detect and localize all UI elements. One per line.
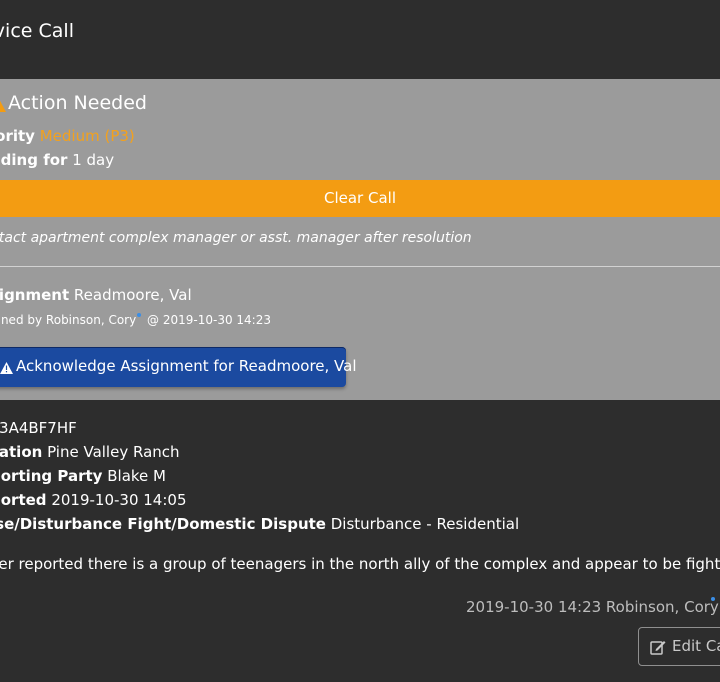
location-row: cation Pine Valley Ranch	[0, 443, 180, 461]
assigned-by-row: igned by Robinson, Cory @ 2019-10-30 14:…	[0, 313, 271, 327]
warning-icon	[0, 359, 13, 378]
presence-dot-icon	[137, 313, 142, 317]
priority-row: iority Medium (P3)	[0, 127, 135, 145]
acknowledge-label: Acknowledge Assignment for Readmoore, Va…	[16, 357, 357, 375]
assignment-row: signment Readmoore, Val	[0, 286, 192, 304]
assigned-by-label: igned by	[0, 313, 43, 327]
category-label: ise/Disturbance Fight/Domestic Dispute	[0, 515, 326, 533]
warning-icon	[0, 97, 6, 116]
presence-dot-icon	[711, 597, 715, 616]
resolution-note: ntact apartment complex manager or asst.…	[0, 230, 472, 246]
assignment-label: signment	[0, 286, 70, 304]
edit-pencil-icon	[650, 639, 666, 659]
panel-divider	[0, 266, 720, 267]
reported-row: ported 2019-10-30 14:05	[0, 491, 186, 509]
reporting-party-label: porting Party	[0, 467, 103, 485]
reporting-party-row: porting Party Blake M	[0, 467, 166, 485]
category-row: ise/Disturbance Fight/Domestic Dispute D…	[0, 515, 519, 533]
reporting-party-value: Blake M	[107, 467, 166, 485]
pending-value: 1 day	[72, 151, 115, 169]
assignment-value: Readmoore, Val	[73, 286, 192, 304]
footer-meta: 2019-10-30 14:23 Robinson, Cory	[466, 598, 719, 616]
assigned-by-value[interactable]: Robinson, Cory	[46, 313, 136, 327]
location-label: cation	[0, 443, 43, 461]
pending-row: nding for 1 day	[0, 151, 114, 169]
priority-label: iority	[0, 127, 35, 145]
clear-call-button[interactable]: Clear Call	[0, 180, 720, 217]
priority-value: Medium (P3)	[39, 127, 135, 145]
reported-value: 2019-10-30 14:05	[51, 491, 187, 509]
assigned-at: @ 2019-10-30 14:23	[147, 313, 271, 327]
reported-label: ported	[0, 491, 47, 509]
edit-label: Edit Ca	[672, 637, 720, 655]
location-value: Pine Valley Ranch	[47, 443, 180, 461]
acknowledge-assignment-button[interactable]: Acknowledge Assignment for Readmoore, Va…	[0, 347, 357, 387]
edit-call-button[interactable]: Edit Ca	[638, 627, 720, 666]
call-description: ller reported there is a group of teenag…	[0, 555, 720, 573]
page-title: rvice Call	[0, 20, 74, 42]
pending-label: nding for	[0, 151, 68, 169]
alert-title: Action Needed	[8, 92, 147, 114]
page-header	[0, 0, 720, 78]
category-value: Disturbance - Residential	[330, 515, 520, 533]
call-id: P3A4BF7HF	[0, 419, 77, 437]
